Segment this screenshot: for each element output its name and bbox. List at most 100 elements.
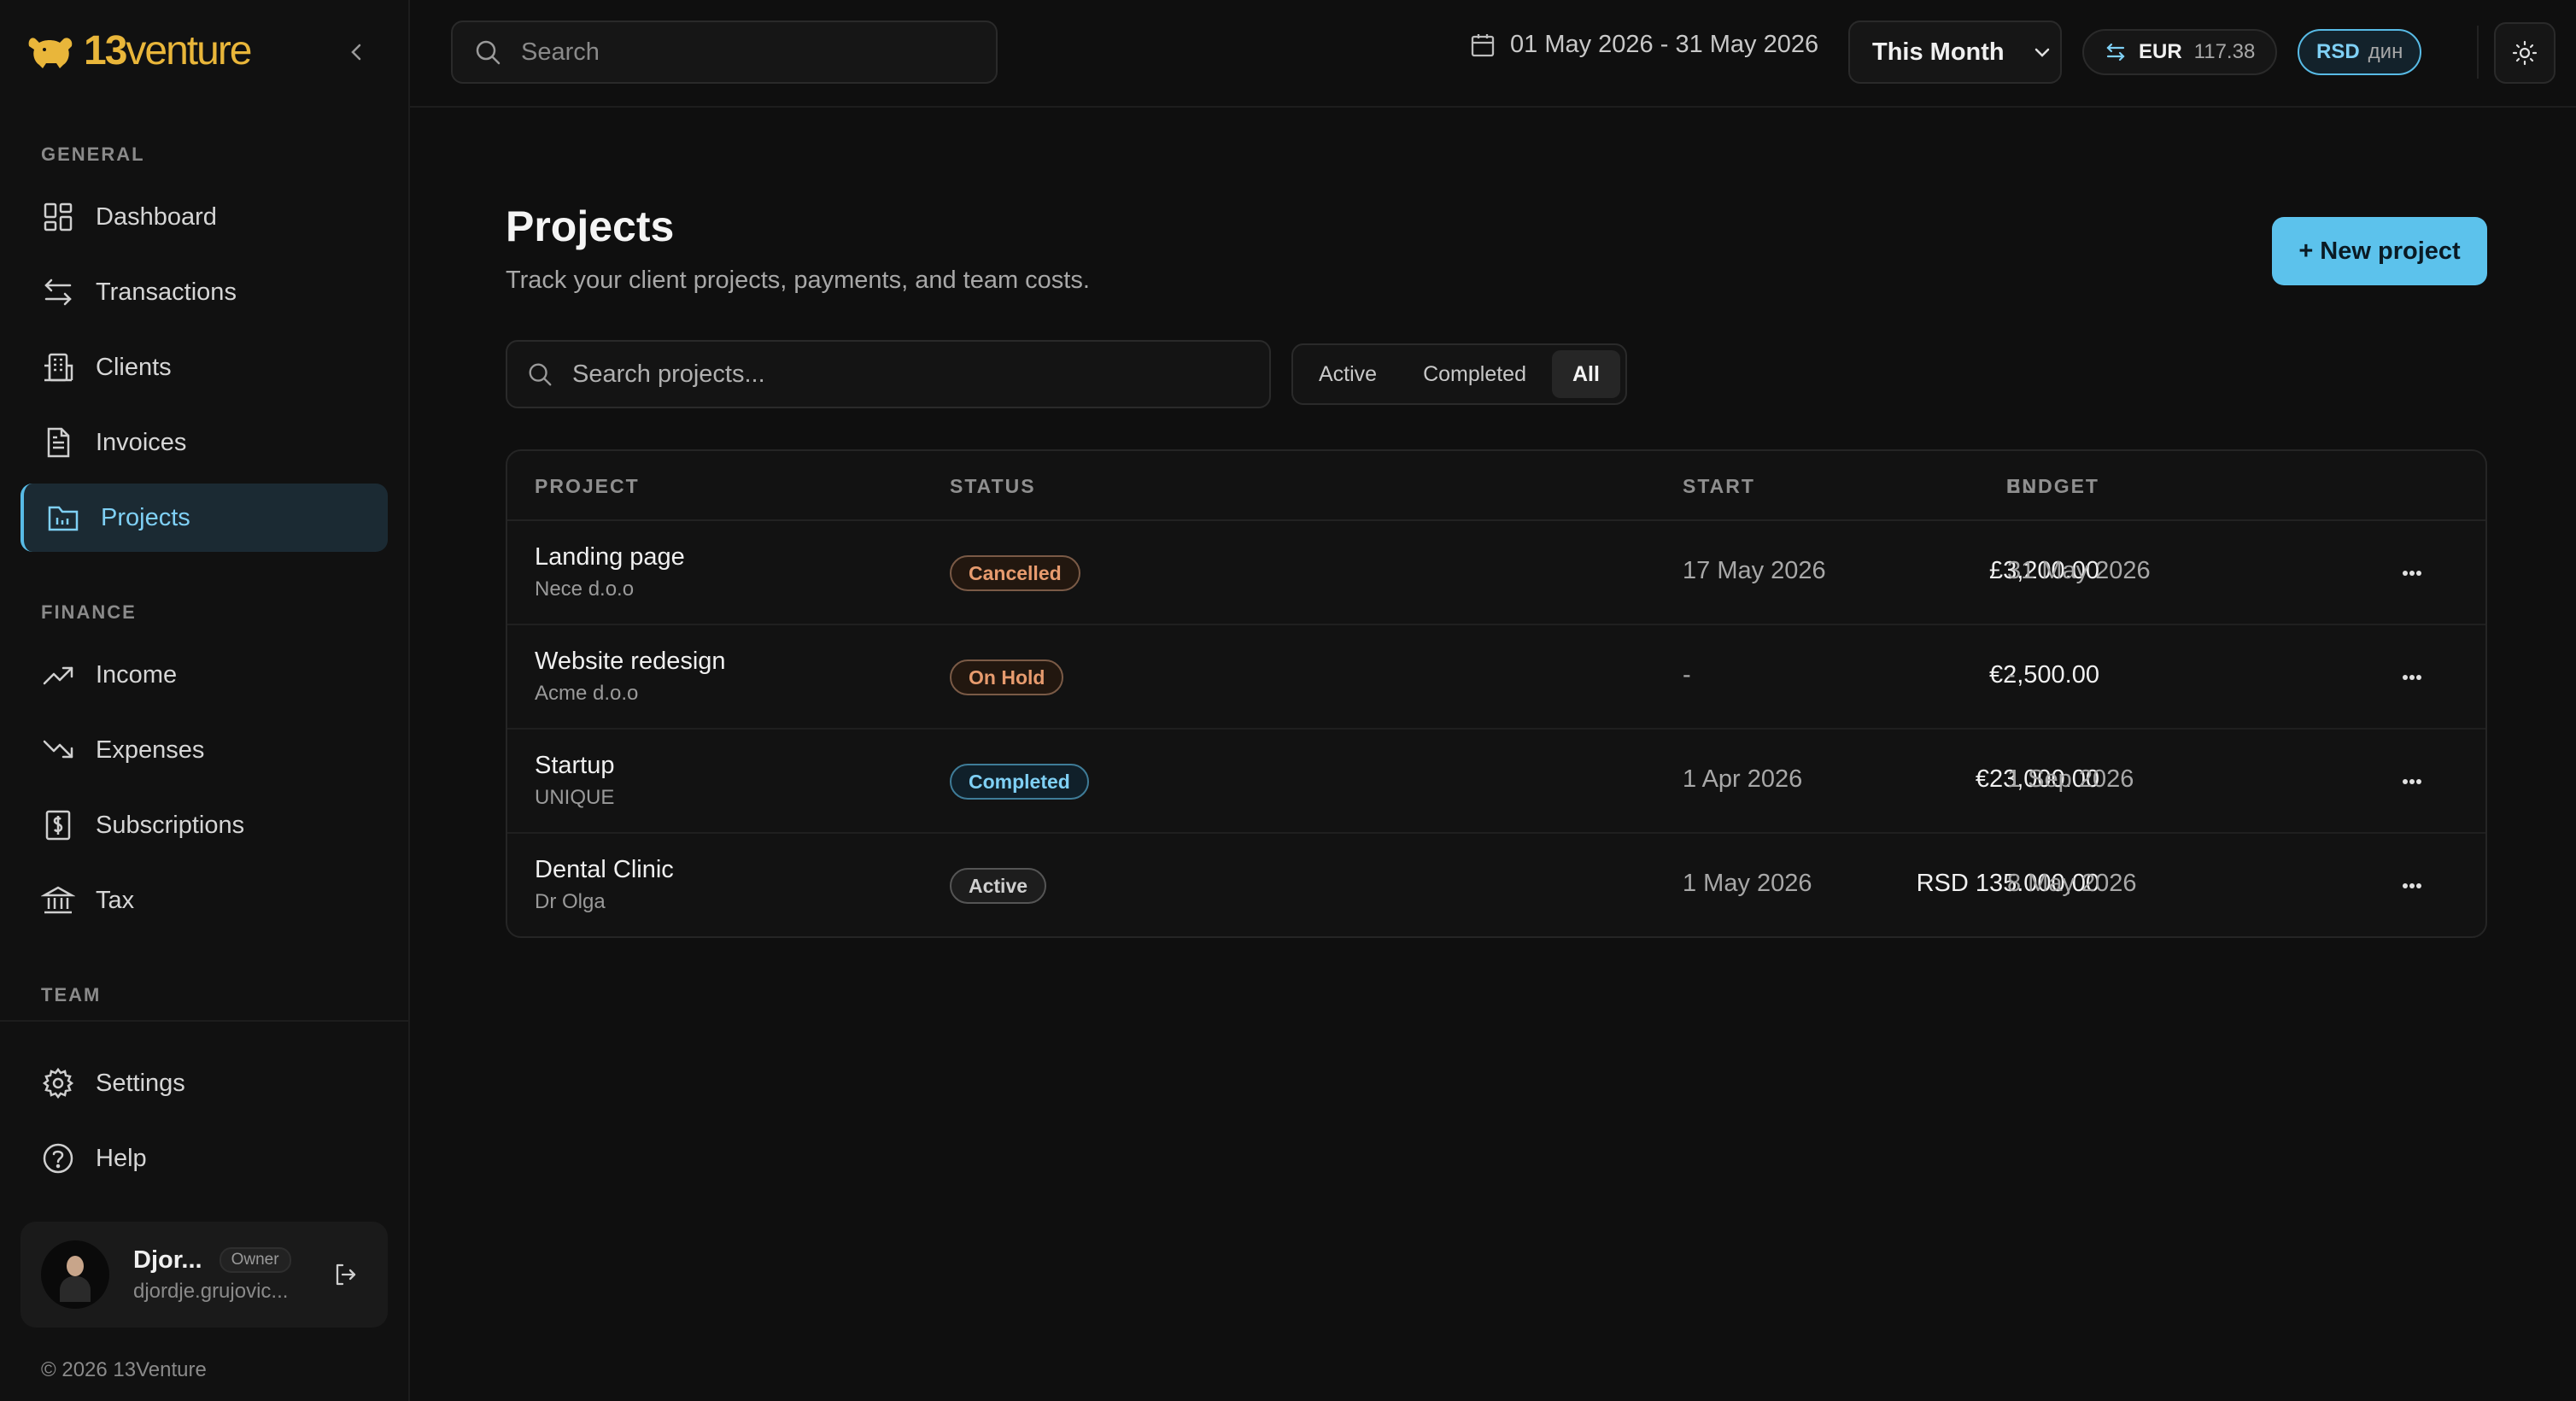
gear-icon [42,1067,74,1099]
project-name[interactable]: Startup [535,752,615,780]
sun-icon [2512,40,2538,66]
avatar[interactable] [41,1240,109,1309]
theme-toggle-button[interactable] [2494,22,2556,84]
sidebar-divider [0,1020,408,1022]
header-start[interactable]: START [1683,475,1755,498]
sidebar-item-label: Invoices [96,428,187,456]
project-end: - [2007,661,2016,689]
copyright: © 2026 13Venture [41,1358,207,1381]
user-info: Djor... Owner djordje.grujovic... [133,1246,313,1304]
projects-icon [48,506,79,531]
project-name[interactable]: Dental Clinic [535,856,674,884]
sidebar-item-transactions[interactable]: Transactions [20,258,388,326]
sidebar-item-projects[interactable]: Projects [20,484,388,552]
sidebar-item-invoices[interactable]: Invoices [20,408,388,477]
project-search-input[interactable] [572,360,1238,389]
brand-logo[interactable]: 13venture [26,28,253,73]
project-name[interactable]: Website redesign [535,648,726,676]
exchange-icon [2106,43,2125,62]
table-row[interactable]: Startup UNIQUE Completed €23,000.00 1 Ap… [507,730,2485,834]
project-end: 1 Sep 2026 [2007,765,2134,793]
sidebar-item-label: Tax [96,886,135,914]
global-search[interactable] [451,21,998,84]
sidebar-item-settings[interactable]: Settings [20,1049,388,1117]
page-subtitle: Track your client projects, payments, an… [506,267,1090,294]
project-search[interactable] [506,340,1271,408]
project-client: Dr Olga [535,890,606,913]
filter-completed[interactable]: Completed [1402,350,1547,398]
project-client: UNIQUE [535,786,615,809]
sidebar-item-tax[interactable]: Tax [20,866,388,935]
tax-icon [41,886,75,914]
sidebar-item-label: Subscriptions [96,811,245,839]
sidebar-item-help[interactable]: Help [20,1124,388,1193]
new-project-button[interactable]: + New project [2272,217,2487,285]
user-name: Djor... [133,1246,202,1274]
sidebar-item-expenses[interactable]: Expenses [20,716,388,784]
brand-name: 13venture [84,28,253,73]
topbar-divider [2477,26,2479,79]
date-range[interactable]: 01 May 2026 - 31 May 2026 [1469,31,1818,59]
table-row[interactable]: Website redesign Acme d.o.o On Hold €2,5… [507,625,2485,730]
dashboard-icon [44,202,73,232]
status-badge: Completed [950,764,1089,800]
project-start: 1 Apr 2026 [1683,765,1803,793]
user-card[interactable]: Djor... Owner djordje.grujovic... [20,1222,388,1328]
project-client: Acme d.o.o [535,682,639,705]
app-root: 13venture GENERAL Dashboard Transactions… [0,0,2576,1401]
secondary-currency-pill[interactable]: RSD дин [2298,29,2422,75]
project-start: 17 May 2026 [1683,557,1826,584]
section-finance-label: FINANCE [41,601,137,623]
page-title: Projects [506,202,675,250]
filter-active[interactable]: Active [1298,350,1397,398]
sidebar-item-subscriptions[interactable]: Subscriptions [20,791,388,859]
user-email: djordje.grujovic... [133,1279,289,1303]
date-range-text: 01 May 2026 - 31 May 2026 [1510,31,1819,58]
section-general-label: GENERAL [41,144,145,165]
sidebar-item-label: Settings [96,1069,185,1097]
table-row[interactable]: Dental Clinic Dr Olga Active RSD 135.000… [507,834,2485,936]
sidebar-item-dashboard[interactable]: Dashboard [20,183,388,251]
sidebar-item-label: Help [96,1144,147,1172]
header-status[interactable]: STATUS [950,475,1036,498]
currency-rate: 117.38 [2193,40,2256,63]
expenses-icon [43,740,73,759]
header-end[interactable]: END [2007,475,2054,498]
header-project[interactable]: PROJECT [535,475,640,498]
project-end: 8 May 2026 [2007,870,2137,897]
currency-rate-pill[interactable]: EUR 117.38 [2082,29,2278,75]
filter-all[interactable]: All [1552,350,1620,398]
logout-icon[interactable] [331,1261,359,1288]
project-start: 1 May 2026 [1683,870,1812,897]
sidebar-item-label: Clients [96,353,172,381]
row-menu-icon[interactable] [2395,769,2429,794]
status-filter-tabs: Active Completed All [1291,343,1627,405]
project-start: - [1683,661,1691,689]
calendar-icon [1471,33,1495,56]
search-input[interactable] [521,38,965,67]
period-select[interactable]: This Month [1848,21,2062,84]
collapse-sidebar-icon[interactable] [343,39,369,65]
transactions-icon [44,278,72,306]
period-value: This Month [1872,38,2005,66]
table-row[interactable]: Landing page Nece d.o.o Cancelled £3,200… [507,521,2485,625]
clients-icon [44,353,73,382]
sidebar-item-income[interactable]: Income [20,641,388,709]
currency-code: EUR [2139,40,2182,63]
income-icon [43,666,73,685]
row-menu-icon[interactable] [2395,873,2429,899]
sidebar-item-label: Transactions [96,278,237,306]
secondary-currency-symbol: дин [2368,40,2403,63]
project-end: 31 May 2026 [2007,557,2151,584]
bull-logo-icon [28,38,73,68]
search-icon [529,363,552,386]
invoices-icon [47,427,70,458]
row-menu-icon[interactable] [2395,665,2429,690]
project-budget: €2,500.00 [1988,661,2099,689]
row-menu-icon[interactable] [2395,560,2429,586]
project-name[interactable]: Landing page [535,543,685,572]
status-badge: On Hold [950,659,1064,695]
sidebar-item-label: Expenses [96,736,205,764]
main-content: 01 May 2026 - 31 May 2026 This Month EUR… [410,0,2576,1401]
sidebar-item-clients[interactable]: Clients [20,333,388,402]
